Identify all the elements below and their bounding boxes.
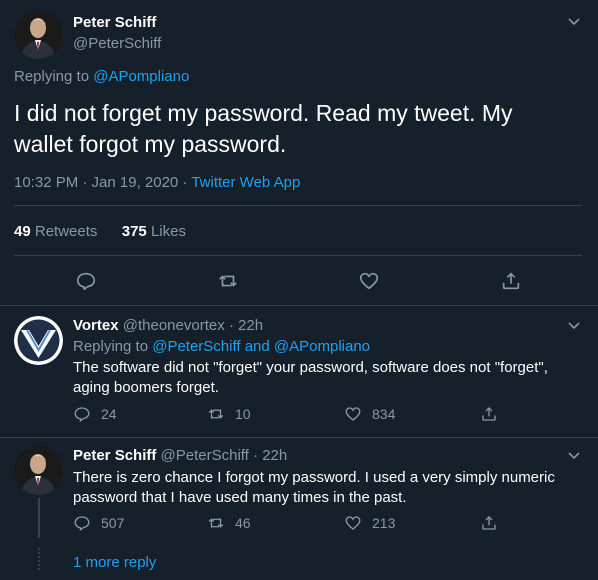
like-button[interactable]: 834 (344, 405, 395, 423)
reply-icon (74, 407, 90, 423)
retweets-label: Retweets (34, 223, 98, 240)
retweet-button[interactable]: 10 (207, 405, 251, 423)
reply-icon[interactable] (75, 270, 97, 292)
like-icon[interactable] (358, 270, 380, 292)
reply-text: The software did not "forget" your passw… (73, 359, 548, 396)
avatar[interactable] (14, 446, 63, 495)
chevron-down-icon[interactable] (566, 13, 582, 29)
likes-count: 375 (121, 223, 147, 240)
reply-header: Peter Schiff @PeterSchiff · 22h (73, 447, 287, 464)
retweet-count: 10 (235, 406, 251, 422)
thread-dots (38, 548, 40, 570)
tweet-time[interactable]: 10:32 PM · Jan 19, 2020 · (14, 174, 187, 191)
share-button[interactable] (480, 405, 498, 423)
reply-age[interactable]: · 22h (229, 317, 263, 334)
divider (14, 255, 582, 256)
retweet-icon (208, 409, 224, 419)
like-count: 834 (372, 406, 396, 422)
retweet-icon[interactable] (217, 270, 239, 292)
like-button[interactable]: 213 (344, 514, 395, 532)
retweet-button[interactable]: 46 (207, 514, 251, 532)
reply-count: 507 (101, 515, 125, 531)
divider (0, 437, 598, 438)
replying-to-link[interactable]: @APompliano (93, 68, 189, 85)
more-replies-link[interactable]: 1 more reply (73, 554, 156, 571)
tweet-source[interactable]: Twitter Web App (191, 174, 300, 191)
thread-line (38, 498, 40, 538)
reply-header: Vortex @theonevortex · 22h (73, 317, 263, 334)
replying-to: Replying to @APompliano (14, 68, 189, 85)
reply-age[interactable]: · 22h (253, 447, 287, 464)
author-handle[interactable]: @PeterSchiff (161, 447, 249, 464)
author-name[interactable]: Peter Schiff (73, 447, 156, 464)
likes-stat[interactable]: 375 Likes (122, 223, 186, 240)
author-handle[interactable]: @PeterSchiff (73, 35, 161, 52)
retweet-count: 46 (235, 515, 251, 531)
replying-to: Replying to @PeterSchiff and @APompliano (73, 338, 370, 355)
share-icon (482, 516, 496, 530)
retweet-icon (208, 518, 224, 528)
avatar[interactable] (14, 10, 63, 59)
tweet-text: I did not forget my password. Read my tw… (14, 100, 513, 157)
chevron-down-icon[interactable] (566, 317, 582, 333)
reply-count: 24 (101, 406, 117, 422)
share-icon[interactable] (500, 270, 522, 292)
share-button[interactable] (480, 514, 498, 532)
avatar[interactable] (14, 316, 63, 365)
author-name[interactable]: Vortex (73, 317, 119, 334)
like-icon (345, 407, 361, 421)
reply-text: There is zero chance I forgot my passwor… (73, 469, 555, 506)
replying-to-link[interactable]: @PeterSchiff and @APompliano (152, 338, 370, 355)
divider (14, 205, 582, 206)
retweets-stat[interactable]: 49 Retweets (14, 223, 97, 240)
chevron-down-icon[interactable] (566, 447, 582, 463)
divider (0, 305, 598, 306)
replying-prefix: Replying to (14, 68, 90, 85)
reply-button[interactable]: 507 (73, 514, 124, 532)
share-icon (482, 407, 496, 421)
tweet-stats: 49 Retweets 375 Likes (14, 223, 186, 240)
author-handle[interactable]: @theonevortex (123, 317, 225, 334)
like-count: 213 (372, 515, 396, 531)
likes-label: Likes (150, 223, 186, 240)
reply-button[interactable]: 24 (73, 405, 117, 423)
like-icon (345, 516, 361, 530)
replying-prefix: Replying to (73, 338, 149, 355)
reply-icon (74, 516, 90, 532)
author-name[interactable]: Peter Schiff (73, 14, 156, 31)
tweet-timestamp: 10:32 PM · Jan 19, 2020 · Twitter Web Ap… (14, 174, 300, 191)
retweets-count: 49 (14, 223, 31, 240)
